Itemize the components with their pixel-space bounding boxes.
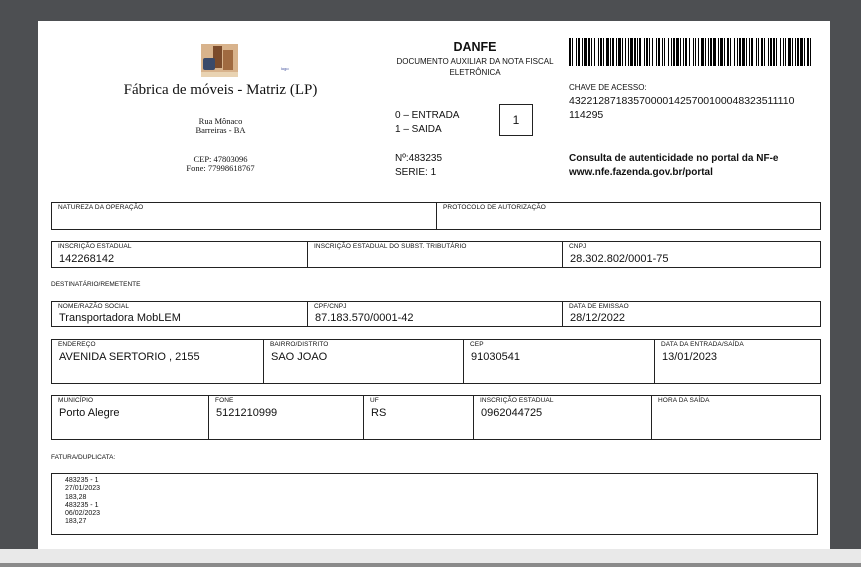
cnpj-value: 28.302.802/0001-75 — [570, 253, 669, 265]
city-value: Porto Alegre — [59, 407, 120, 419]
billing-line: 483235 - 1 — [65, 477, 99, 484]
emission-value: 28/12/2022 — [570, 312, 626, 324]
recipient-name-cell: NOME/RAZÃO SOCIAL Transportadora MobLEM — [52, 302, 307, 326]
issuer-phone: Fone: 77998618767 — [186, 163, 255, 173]
access-key-line1: 432212871835700001425700100048323511110 — [569, 95, 795, 107]
district-value: SAO JOAO — [271, 351, 328, 363]
invoice-number: Nº:483235 — [395, 153, 443, 164]
phone-label: FONE — [215, 397, 234, 404]
access-key-label: CHAVE DE ACESSO: — [569, 83, 647, 92]
recipient-name-value: Transportadora MobLEM — [59, 312, 181, 324]
billing-line: 483235 - 1 — [65, 501, 99, 509]
phone-cell: FONE 5121210999 — [208, 396, 363, 439]
phone-value: 5121210999 — [216, 407, 278, 419]
cep-value: 91030541 — [471, 351, 520, 363]
city-cell: MUNICÍPIO Porto Alegre — [52, 396, 208, 439]
issuer-tax-row: INSCRIÇÃO ESTADUAL 142268142 INSCRIÇÃO E… — [51, 241, 821, 268]
entry-date-label: DATA DA ENTRADA/SAÍDA — [661, 341, 744, 348]
issuer-name: Fábrica de móveis - Matriz (LP) — [123, 82, 318, 98]
ie-cell: INSCRIÇÃO ESTADUAL 142268142 — [52, 242, 307, 267]
recipient-doc-label: CPF/CNPJ — [314, 303, 347, 310]
recipient-section-title: DESTINATÁRIO/REMETENTE — [51, 281, 141, 288]
saida-label: 1 – SAIDA — [395, 124, 442, 135]
natureza-label: NATUREZA DA OPERAÇÃO — [58, 204, 144, 211]
logo-caption: logo — [281, 66, 289, 71]
entry-date-value: 13/01/2023 — [662, 351, 718, 363]
issuer-city: Barreiras - BA — [195, 125, 246, 135]
district-label: BAIRRO/DISTRITO — [270, 341, 329, 348]
issuer-logo — [201, 44, 238, 77]
billing-line: 183,27 — [65, 518, 87, 526]
consult-line1: Consulta de autenticidade no portal da N… — [569, 153, 779, 164]
cnpj-cell: CNPJ 28.302.802/0001-75 — [562, 242, 820, 267]
address-cell: ENDEREÇO AVENIDA SERTORIO , 2155 — [52, 340, 263, 383]
emission-label: DATA DE EMISSAO — [569, 303, 629, 310]
viewer-bottom-line — [0, 563, 861, 567]
uf-value: RS — [371, 407, 387, 419]
recipient-row-3: MUNICÍPIO Porto Alegre FONE 5121210999 U… — [51, 395, 821, 440]
recipient-ie-cell: INSCRIÇÃO ESTADUAL 0962044725 — [473, 396, 651, 439]
uf-cell: UF RS — [363, 396, 473, 439]
address-label: ENDEREÇO — [58, 341, 96, 348]
invoice-series: SERIE: 1 — [395, 167, 437, 178]
exit-time-cell: HORA DA SAÍDA — [651, 396, 820, 439]
entry-date-cell: DATA DA ENTRADA/SAÍDA 13/01/2023 — [654, 340, 820, 383]
recipient-name-label: NOME/RAZÃO SOCIAL — [58, 303, 130, 310]
recipient-row-2: ENDEREÇO AVENIDA SERTORIO , 2155 BAIRRO/… — [51, 339, 821, 384]
address-value: AVENIDA SERTORIO , 2155 — [59, 351, 200, 363]
city-label: MUNICÍPIO — [58, 397, 94, 404]
recipient-row-1: NOME/RAZÃO SOCIAL Transportadora MobLEM … — [51, 301, 821, 327]
natureza-cell: NATUREZA DA OPERAÇÃO — [52, 203, 436, 229]
protocolo-cell: PROTOCOLO DE AUTORIZAÇÃO — [436, 203, 820, 229]
ie-value: 142268142 — [59, 253, 115, 265]
billing-lines: 483235 - 1 27/01/2023 183,28 483235 - 1 06/0… — [65, 477, 100, 527]
access-key-line2: 114295 — [569, 109, 604, 121]
billing-section-title: FATURA/DUPLICATA: — [51, 454, 116, 461]
cnpj-label: CNPJ — [569, 243, 587, 250]
access-key-barcode — [569, 38, 813, 66]
recipient-ie-label: INSCRIÇÃO ESTADUAL — [480, 397, 554, 404]
uf-label: UF — [370, 397, 379, 404]
cep-label: CEP — [470, 341, 484, 348]
recipient-ie-value: 0962044725 — [481, 407, 543, 419]
protocolo-label: PROTOCOLO DE AUTORIZAÇÃO — [443, 204, 546, 211]
emission-cell: DATA DE EMISSAO 28/12/2022 — [562, 302, 820, 326]
danfe-title: DANFE — [453, 40, 497, 54]
ie-label: INSCRIÇÃO ESTADUAL — [58, 243, 132, 250]
billing-line: 183,28 — [65, 493, 87, 501]
billing-box: 483235 - 1 27/01/2023 183,28 483235 - 1 06/0… — [51, 473, 818, 535]
exit-time-label: HORA DA SAÍDA — [658, 397, 710, 404]
district-cell: BAIRRO/DISTRITO SAO JOAO — [263, 340, 463, 383]
entrada-label: 0 – ENTRADA — [395, 110, 460, 121]
viewer-top-bar — [0, 0, 861, 20]
operation-type-box: 1 — [499, 104, 533, 136]
cep-cell: CEP 91030541 — [463, 340, 654, 383]
danfe-page: logo Fábrica de móveis - Matriz (LP) Rua… — [38, 21, 830, 549]
consult-line2: www.nfe.fazenda.gov.br/portal — [569, 167, 713, 178]
billing-line: 06/02/2023 — [65, 510, 101, 518]
ie-st-cell: INSCRIÇÃO ESTADUAL DO SUBST. TRIBUTÁRIO — [307, 242, 562, 267]
ie-st-label: INSCRIÇÃO ESTADUAL DO SUBST. TRIBUTÁRIO — [314, 243, 467, 250]
recipient-doc-cell: CPF/CNPJ 87.183.570/0001-42 — [307, 302, 562, 326]
billing-line: 27/01/2023 — [65, 485, 101, 493]
recipient-doc-value: 87.183.570/0001-42 — [315, 312, 414, 324]
danfe-subtitle: DOCUMENTO AUXILIAR DA NOTA FISCAL ELETRÔ… — [396, 57, 554, 77]
operation-row: NATUREZA DA OPERAÇÃO PROTOCOLO DE AUTORI… — [51, 202, 821, 230]
